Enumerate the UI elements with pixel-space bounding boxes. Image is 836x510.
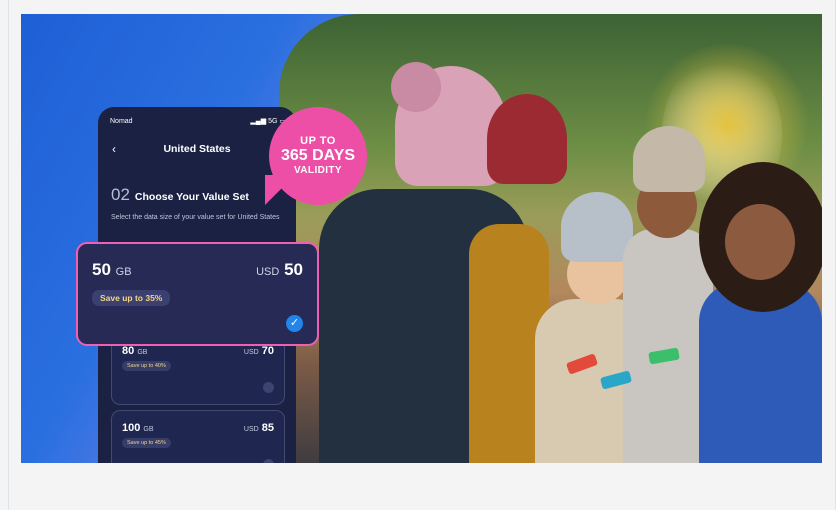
plan-card-100gb[interactable]: 100 GB USD 85 Save up to 45% (111, 410, 285, 463)
back-chevron-icon[interactable]: ‹ (112, 141, 116, 157)
plan-radio[interactable] (263, 459, 274, 463)
person-hat (561, 192, 633, 262)
promo-line-3: VALIDITY (293, 165, 342, 176)
hero-banner: Nomad ▂▄▆ 5G ▭ ‹ United States 02 Choose… (21, 14, 822, 463)
plan-savings-badge: Save up to 45% (122, 438, 171, 448)
plan-savings-badge: Save up to 40% (122, 361, 171, 371)
carrier-name: Nomad (110, 117, 133, 125)
step-description: Select the data size of your value set f… (111, 214, 280, 221)
promo-line-2: 365 DAYS (280, 147, 356, 164)
status-bar: Nomad ▂▄▆ 5G ▭ (110, 116, 286, 126)
person-face (725, 204, 795, 280)
plan-size: 80 GB (122, 345, 148, 357)
person-hat-pompom (391, 62, 441, 112)
validity-promo-badge: UP TO 365 DAYS VALIDITY (265, 107, 369, 205)
step-title: Choose Your Value Set (134, 191, 249, 203)
plan-savings-badge: Save up to 35% (92, 290, 171, 306)
plan-size: 100 GB (122, 422, 154, 434)
step-number: 02 (111, 185, 130, 204)
promo-line-1: UP TO (300, 135, 336, 147)
checkmark-icon[interactable]: ✓ (286, 315, 303, 332)
plan-price: USD 70 (243, 345, 274, 357)
group-photo (279, 14, 822, 463)
plan-price: USD 85 (243, 422, 274, 434)
step-heading: 02 Choose Your Value Set (111, 185, 249, 205)
page-title: United States (163, 143, 231, 155)
plan-price: USD 50 (256, 260, 303, 279)
person-hat (633, 126, 705, 192)
person-hat (487, 94, 567, 184)
plan-radio[interactable] (263, 382, 274, 393)
promo-text: UP TO 365 DAYS VALIDITY (269, 107, 367, 205)
plan-size: 50 GB (92, 260, 132, 279)
selected-plan-card-50gb[interactable]: 50 GB USD 50 Save up to 35% ✓ (76, 242, 319, 346)
